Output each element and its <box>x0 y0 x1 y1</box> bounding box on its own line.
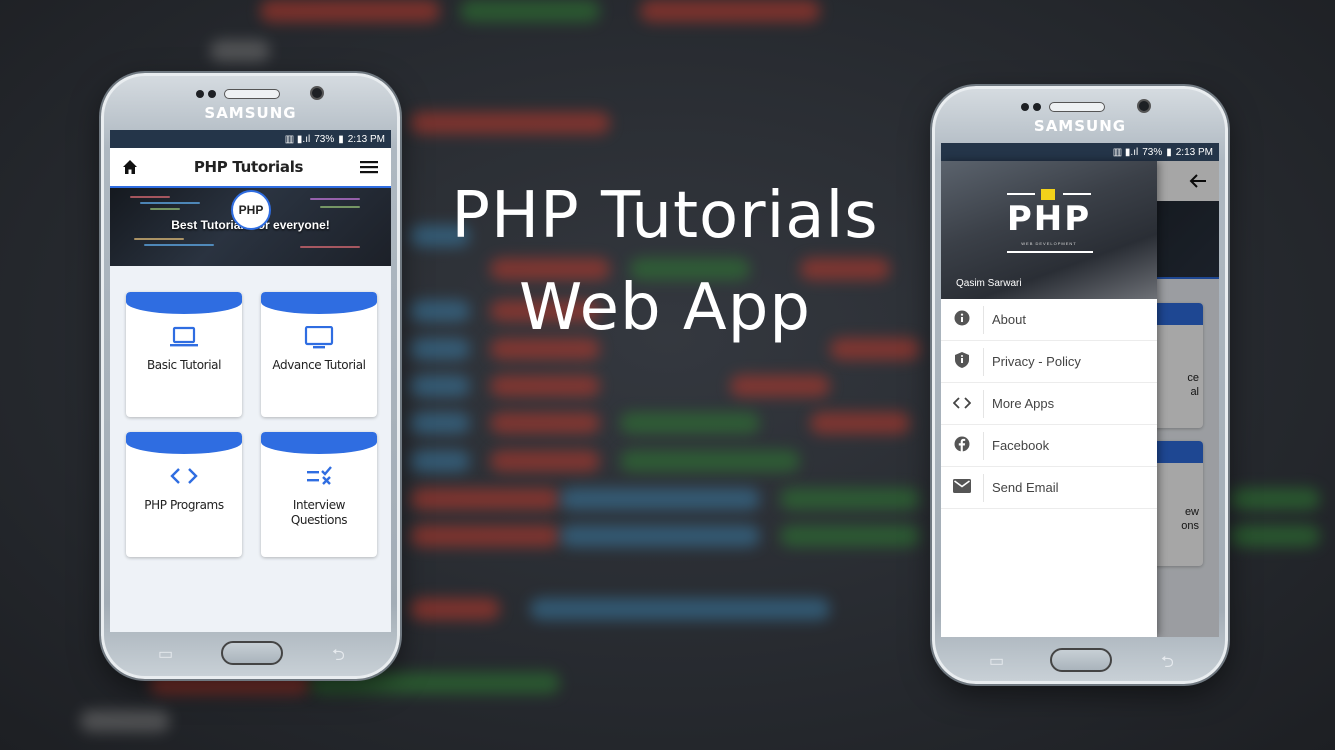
drawer-logo: PHP <box>1006 199 1092 239</box>
home-icon[interactable] <box>122 159 138 175</box>
status-bar: ▥ ▮.ıl 73% ▮ 2:13 PM <box>941 143 1219 161</box>
back-key[interactable]: ⮌ <box>332 644 345 671</box>
info-icon <box>941 310 983 329</box>
menu-item-send-email[interactable]: Send Email <box>941 467 1157 509</box>
card-advance-tutorial[interactable]: Advance Tutorial <box>261 292 377 417</box>
menu-label: Privacy - Policy <box>992 354 1081 369</box>
menu-item-more-apps[interactable]: More Apps <box>941 383 1157 425</box>
menu-label: More Apps <box>992 396 1055 411</box>
tutorial-grid: Basic Tutorial Advance Tutorial PHP Prog… <box>126 292 377 557</box>
drawer-logo-sub: WEB DEVELOPMENT <box>1021 241 1077 246</box>
home-button[interactable] <box>1050 648 1112 672</box>
card-cap <box>261 292 377 314</box>
speaker-grill <box>1049 102 1105 112</box>
facebook-icon <box>941 436 983 455</box>
drawer-header: PHP WEB DEVELOPMENT Qasim Sarwari <box>941 161 1157 299</box>
sensor-dot <box>1021 103 1029 111</box>
card-php-programs[interactable]: PHP Programs <box>126 432 242 557</box>
app-bar: PHP Tutorials <box>110 148 391 188</box>
app-title: PHP Tutorials <box>193 158 304 176</box>
shield-icon <box>941 352 983 371</box>
code-icon <box>126 466 242 492</box>
clock: 2:13 PM <box>347 133 385 145</box>
signal-icon: ▥ ▮.ıl <box>284 133 311 145</box>
checklist-icon <box>261 466 377 494</box>
menu-label: Facebook <box>992 438 1050 453</box>
card-cap <box>126 292 242 314</box>
home-button[interactable] <box>221 641 283 665</box>
phone-right: SAMSUNG ▥ ▮.ıl 73% ▮ 2:13 PM ce al ew on… <box>932 86 1228 684</box>
signal-icon: ▥ ▮.ıl <box>1112 146 1139 158</box>
recents-key[interactable]: ▭ <box>989 651 1004 671</box>
card-cap <box>126 432 242 454</box>
battery-icon: ▮ <box>338 133 344 145</box>
card-label: Basic Tutorial <box>146 358 222 372</box>
card-label: Interview Questions <box>290 498 348 527</box>
menu-item-privacy-policy[interactable]: Privacy - Policy <box>941 341 1157 383</box>
menu-item-about[interactable]: About <box>941 299 1157 341</box>
menu-label: Send Email <box>992 480 1059 495</box>
card-label: PHP Programs <box>144 498 224 512</box>
phone-left: SAMSUNG ▥ ▮.ıl 73% ▮ 2:13 PM PHP Tutoria… <box>101 73 400 679</box>
front-camera <box>1137 99 1151 113</box>
clock: 2:13 PM <box>1175 146 1213 158</box>
back-key[interactable]: ⮌ <box>1161 651 1174 678</box>
device-brand: SAMSUNG <box>204 104 297 122</box>
battery-level: 73% <box>314 133 335 145</box>
laptop-icon <box>126 326 242 354</box>
sensor-dot <box>196 90 204 98</box>
card-label: Advance Tutorial <box>272 358 366 372</box>
logo-line <box>1007 193 1035 195</box>
speaker-grill <box>224 89 280 99</box>
hero-line-1: PHP Tutorials <box>451 179 879 253</box>
menu-item-facebook[interactable]: Facebook <box>941 425 1157 467</box>
logo-line <box>1063 193 1091 195</box>
card-cap <box>261 432 377 454</box>
code-icon <box>941 396 983 412</box>
hero-title: PHP Tutorials Web App <box>400 170 930 354</box>
battery-icon: ▮ <box>1166 146 1172 158</box>
device-brand: SAMSUNG <box>1033 117 1127 135</box>
recents-key[interactable]: ▭ <box>158 644 173 664</box>
menu-label: About <box>992 312 1026 327</box>
status-bar: ▥ ▮.ıl 73% ▮ 2:13 PM <box>110 130 391 148</box>
drawer-username: Qasim Sarwari <box>956 278 1022 289</box>
card-interview-questions[interactable]: Interview Questions <box>261 432 377 557</box>
navigation-drawer: PHP WEB DEVELOPMENT Qasim Sarwari About … <box>941 161 1157 637</box>
logo-line <box>1007 251 1093 253</box>
php-badge: PHP <box>231 190 271 230</box>
card-basic-tutorial[interactable]: Basic Tutorial <box>126 292 242 417</box>
monitor-icon <box>261 325 377 356</box>
front-camera <box>310 86 324 100</box>
mail-icon <box>941 479 983 496</box>
sensor-dot <box>208 90 216 98</box>
sensor-dot <box>1033 103 1041 111</box>
left-screen: ▥ ▮.ıl 73% ▮ 2:13 PM PHP Tutorials Best … <box>110 130 391 632</box>
menu-icon[interactable] <box>359 159 379 175</box>
right-screen: ▥ ▮.ıl 73% ▮ 2:13 PM ce al ew ons PHP WE… <box>941 143 1219 637</box>
hero-line-2: Web App <box>519 271 811 345</box>
battery-level: 73% <box>1142 146 1163 158</box>
